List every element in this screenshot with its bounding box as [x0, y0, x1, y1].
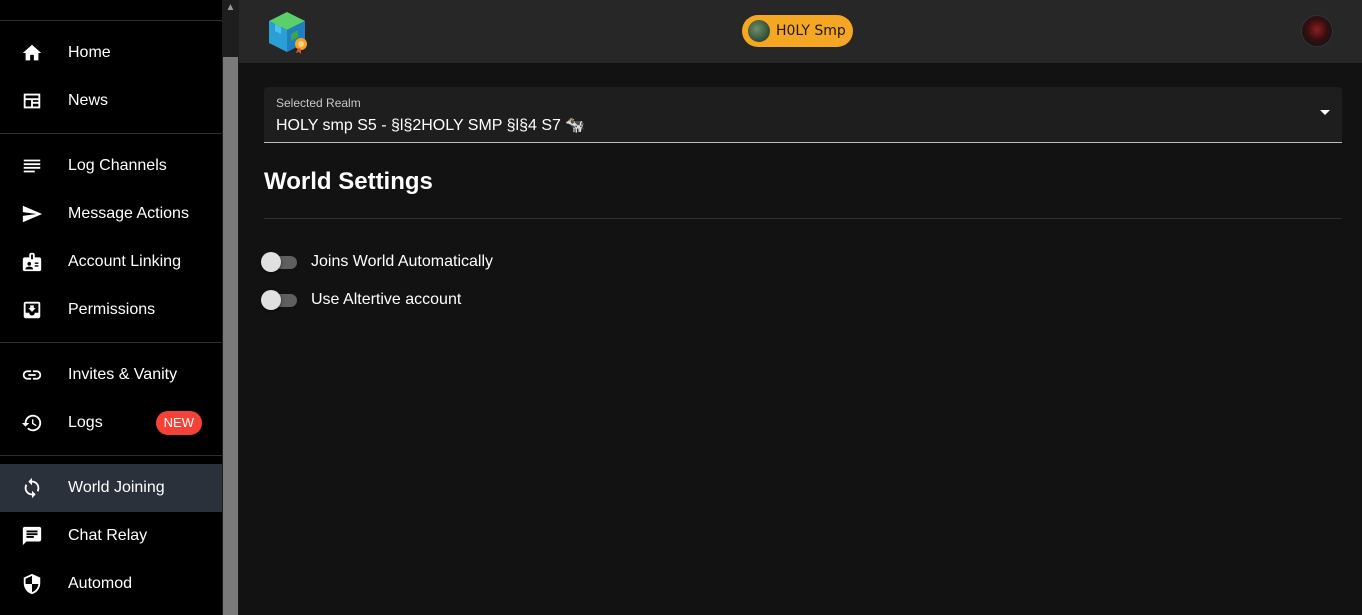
realm-select-label: Selected Realm — [276, 96, 361, 110]
sidebar: Home News Log Channels Message Actions Accou… — [0, 0, 222, 615]
dropdown-arrow-icon[interactable] — [1320, 110, 1330, 115]
sidebar-item-label: Permissions — [68, 301, 156, 318]
nav-group: Home News — [0, 20, 222, 133]
realm-select-value: HOLY smp S5 - §l§2HOLY SMP §l§4 S7 🐄 — [276, 117, 586, 134]
sidebar-item-home[interactable]: Home — [0, 29, 222, 77]
sidebar-item-world-joining[interactable]: World Joining — [0, 464, 222, 512]
lines-icon — [20, 154, 44, 178]
sidebar-item-label: Logs — [68, 414, 103, 431]
sidebar-item-label: World Joining — [68, 479, 165, 496]
shield-icon — [20, 572, 44, 596]
setting-use-alternative-account: Use Altertive account — [261, 288, 461, 312]
chat-icon — [20, 524, 44, 548]
sidebar-item-message-actions[interactable]: Message Actions — [0, 190, 222, 238]
sidebar-item-label: Message Actions — [68, 205, 189, 222]
history-icon — [20, 411, 44, 435]
switch-thumb — [261, 290, 281, 310]
sidebar-item-permissions[interactable]: Permissions — [0, 286, 222, 334]
sidebar-item-automod[interactable]: Automod — [0, 560, 222, 608]
sidebar-item-news[interactable]: News — [0, 77, 222, 125]
realm-chip[interactable]: H0LY Smp — [742, 15, 853, 47]
sync-icon — [20, 476, 44, 500]
main-content: Selected Realm HOLY smp S5 - §l§2HOLY SM… — [261, 63, 1342, 615]
setting-label: Joins World Automatically — [311, 253, 493, 270]
sidebar-item-label: Automod — [68, 575, 133, 592]
newspaper-icon — [20, 89, 44, 113]
sidebar-scrollbar[interactable]: ▲ — [222, 0, 239, 615]
send-icon — [20, 202, 44, 226]
sidebar-item-label: Log Channels — [68, 157, 167, 174]
nav-group: Invites & Vanity Logs NEW — [0, 342, 222, 455]
nav-group: Log Channels Message Actions Account Linki… — [0, 133, 222, 342]
sidebar-item-account-linking[interactable]: Account Linking — [0, 238, 222, 286]
new-badge: NEW — [155, 411, 202, 435]
alternative-account-toggle[interactable] — [261, 290, 299, 310]
switch-thumb — [261, 252, 281, 272]
app-logo-icon[interactable] — [265, 10, 309, 54]
top-bar: H0LY Smp — [239, 0, 1362, 63]
sidebar-item-logs[interactable]: Logs NEW — [0, 399, 222, 447]
setting-label: Use Altertive account — [311, 291, 462, 308]
divider — [264, 218, 1342, 219]
scroll-up-arrow-icon[interactable]: ▲ — [222, 0, 239, 14]
sidebar-item-label: News — [68, 92, 109, 109]
setting-joins-world-automatically: Joins World Automatically — [261, 250, 493, 274]
sidebar-item-label: Chat Relay — [68, 527, 148, 544]
sidebar-item-label: Account Linking — [68, 253, 181, 270]
joins-world-toggle[interactable] — [261, 252, 299, 272]
section-title: World Settings — [264, 168, 433, 195]
id-badge-icon — [20, 250, 44, 274]
home-icon — [20, 41, 44, 65]
sidebar-item-chat-relay[interactable]: Chat Relay — [0, 512, 222, 560]
sidebar-item-label: Invites & Vanity — [68, 366, 178, 383]
nav-group: World Joining Chat Relay Automod — [0, 455, 222, 615]
realm-chip-label: H0LY Smp — [776, 23, 846, 39]
link-icon — [20, 363, 44, 387]
realm-select[interactable]: Selected Realm HOLY smp S5 - §l§2HOLY SM… — [264, 87, 1342, 143]
realm-avatar — [748, 20, 770, 42]
sidebar-item-label: Home — [68, 44, 111, 61]
user-avatar[interactable] — [1301, 15, 1333, 47]
sidebar-item-invites-vanity[interactable]: Invites & Vanity — [0, 351, 222, 399]
app-root: Home News Log Channels Message Actions Accou… — [0, 0, 1362, 615]
scroll-thumb[interactable] — [223, 57, 238, 615]
sidebar-item-log-channels[interactable]: Log Channels — [0, 142, 222, 190]
inbox-down-icon — [20, 298, 44, 322]
